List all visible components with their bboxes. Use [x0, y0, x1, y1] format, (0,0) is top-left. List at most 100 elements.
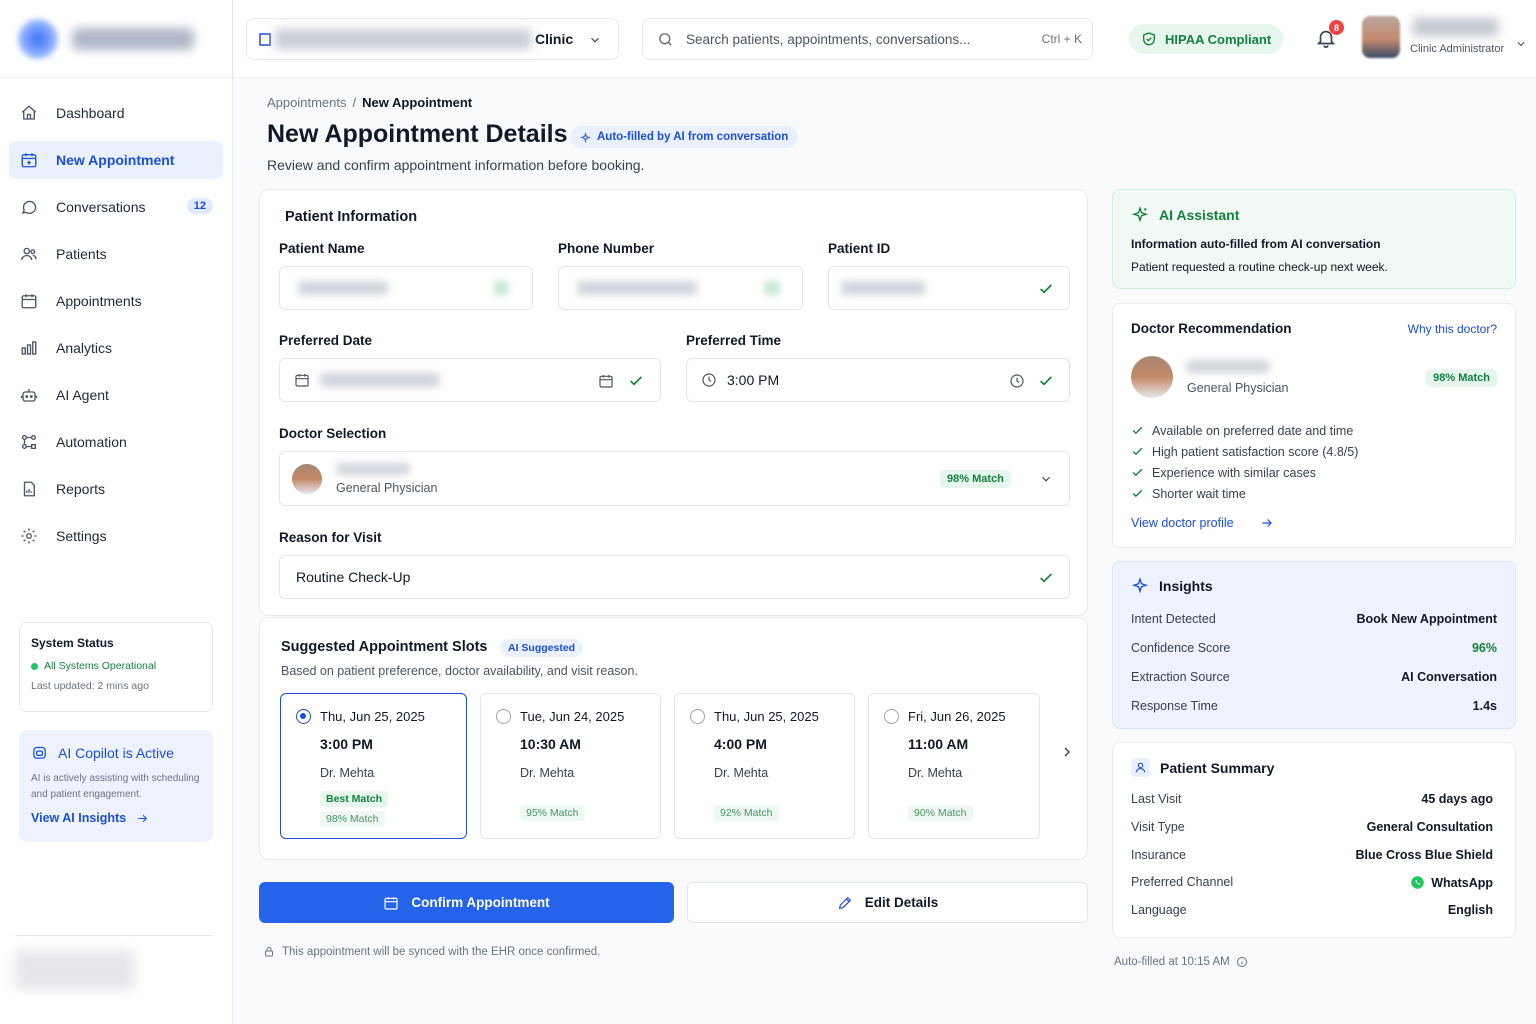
- clinic-icon: [259, 33, 271, 46]
- reason-text: High patient satisfaction score (4.8/5): [1152, 444, 1359, 459]
- preferred-date-field[interactable]: [279, 358, 661, 402]
- sidebar-item-ai-agent[interactable]: AI Agent: [9, 376, 223, 414]
- ai-assistant-title-text: AI Assistant: [1159, 207, 1240, 223]
- insight-row: Confidence Score 96%: [1131, 641, 1497, 655]
- sidebar-item-automation[interactable]: Automation: [9, 423, 223, 461]
- sidebar-item-dashboard[interactable]: Dashboard: [9, 94, 223, 132]
- reason-for-visit-field[interactable]: Routine Check-Up: [279, 555, 1070, 599]
- clock-picker-icon[interactable]: [1009, 373, 1025, 389]
- logo[interactable]: [0, 0, 232, 78]
- shield-check-icon: [1143, 32, 1155, 46]
- sidebar-item-analytics[interactable]: Analytics: [9, 329, 223, 367]
- view-doctor-profile-link[interactable]: View doctor profile: [1131, 516, 1274, 530]
- best-match-badge: Best Match: [320, 791, 389, 807]
- sidebar-item-patients[interactable]: Patients: [9, 235, 223, 273]
- bar-chart-icon: [21, 341, 37, 355]
- slot-radio-selected[interactable]: [296, 709, 311, 724]
- summary-key: Insurance: [1131, 848, 1186, 862]
- doctor-selection-label: Doctor Selection: [279, 426, 387, 441]
- slot-radio[interactable]: [884, 709, 899, 724]
- user-icon: [1131, 758, 1150, 777]
- confirm-appointment-button[interactable]: Confirm Appointment: [259, 882, 674, 923]
- chat-bubble-icon: [21, 200, 37, 215]
- patient-id-redacted: [841, 281, 925, 295]
- slot-radio[interactable]: [690, 709, 705, 724]
- system-status-text: All Systems Operational: [44, 660, 157, 672]
- view-doctor-profile-label: View doctor profile: [1131, 516, 1234, 530]
- ai-copilot-title: AI Copilot is Active: [31, 744, 201, 761]
- sidebar-item-reports[interactable]: Reports: [9, 470, 223, 508]
- sparkle-icon: [1131, 577, 1149, 594]
- sidebar-item-conversations[interactable]: Conversations 12: [9, 188, 223, 226]
- phone-number-field[interactable]: [558, 266, 803, 310]
- pencil-icon: [838, 896, 851, 909]
- status-dot-icon: [31, 662, 38, 670]
- preferred-time-field[interactable]: 3:00 PM: [686, 358, 1070, 402]
- breadcrumb-appointments[interactable]: Appointments: [267, 95, 347, 110]
- clinic-selector[interactable]: Clinic: [246, 18, 619, 60]
- summary-value: English: [1447, 903, 1493, 917]
- view-ai-insights-link[interactable]: View AI Insights: [31, 811, 201, 825]
- search-input[interactable]: [686, 31, 1016, 47]
- arrow-right-icon: [138, 814, 148, 822]
- patient-information-card: Patient Information Patient Name Phone N…: [259, 189, 1088, 616]
- page-title: New Appointment Details: [267, 120, 568, 148]
- calendar-picker-icon[interactable]: [598, 373, 614, 389]
- insight-row: Extraction Source AI Conversation: [1131, 670, 1497, 684]
- chevron-down-icon[interactable]: [1515, 38, 1527, 50]
- global-search: Ctrl + K: [642, 18, 1093, 60]
- patient-summary-title: Patient Summary: [1131, 758, 1274, 777]
- clock-icon: [702, 373, 716, 387]
- insight-row: Intent Detected Book New Appointment: [1131, 612, 1497, 626]
- summary-row: Insurance Blue Cross Blue Shield: [1131, 848, 1493, 862]
- reason-item: Shorter wait time: [1131, 483, 1358, 504]
- slot-card-4[interactable]: Fri, Jun 26, 2025 11:00 AM Dr. Mehta 90%…: [868, 693, 1040, 839]
- doctor-selection-dropdown[interactable]: General Physician 98% Match: [279, 451, 1070, 506]
- sidebar-item-label: Settings: [56, 528, 107, 544]
- auto-filled-timestamp: Auto-filled at 10:15 AM: [1114, 956, 1248, 968]
- phone-number-redacted: [577, 281, 697, 295]
- sidebar-item-settings[interactable]: Settings: [9, 517, 223, 555]
- sidebar-user-redacted[interactable]: [15, 950, 135, 990]
- patient-id-field[interactable]: [828, 266, 1070, 310]
- summary-value: General Consultation: [1366, 820, 1493, 834]
- sidebar-item-label: New Appointment: [56, 152, 175, 168]
- user-avatar[interactable]: [1362, 16, 1400, 58]
- sidebar-item-label: Patients: [56, 246, 107, 262]
- patient-name-field[interactable]: [279, 266, 533, 310]
- why-this-doctor-link[interactable]: Why this doctor?: [1408, 322, 1497, 336]
- conversations-count-badge: 12: [186, 198, 213, 214]
- summary-value: Blue Cross Blue Shield: [1355, 848, 1493, 862]
- sidebar-item-appointments[interactable]: Appointments: [9, 282, 223, 320]
- topbar: Clinic Ctrl + K HIPAA Compliant 8 Clinic…: [233, 0, 1536, 78]
- insight-value: AI Conversation: [1401, 670, 1497, 684]
- ehr-sync-note: This appointment will be synced with the…: [263, 945, 600, 958]
- edit-details-button[interactable]: Edit Details: [687, 882, 1088, 923]
- sidebar-divider: [15, 935, 212, 936]
- insights-title: Insights: [1131, 577, 1213, 595]
- sidebar-item-label: Dashboard: [56, 105, 125, 121]
- workflow-icon: [21, 434, 37, 450]
- slot-date: Thu, Jun 25, 2025: [714, 709, 819, 724]
- robot-icon: [20, 389, 38, 402]
- reason-item: High patient satisfaction score (4.8/5): [1131, 441, 1358, 462]
- ai-suggested-chip: AI Suggested: [500, 639, 584, 657]
- suggested-slots-title: Suggested Appointment Slots: [281, 639, 488, 655]
- slot-card-3[interactable]: Thu, Jun 25, 2025 4:00 PM Dr. Mehta 92% …: [674, 693, 855, 839]
- system-status-state: All Systems Operational: [31, 660, 201, 672]
- search-shortcut: Ctrl + K: [1041, 32, 1082, 46]
- clinic-label: Clinic: [535, 31, 574, 47]
- slot-card-2[interactable]: Tue, Jun 24, 2025 10:30 AM Dr. Mehta 95%…: [480, 693, 661, 839]
- breadcrumb-current: New Appointment: [362, 95, 473, 110]
- phone-number-label: Phone Number: [558, 241, 655, 256]
- summary-row: Language English: [1131, 903, 1493, 917]
- slot-doctor: Dr. Mehta: [320, 766, 375, 780]
- slot-card-1[interactable]: Thu, Jun 25, 2025 3:00 PM Dr. Mehta Best…: [280, 693, 467, 839]
- sidebar-item-new-appointment[interactable]: New Appointment: [9, 141, 223, 179]
- user-role: Clinic Administrator: [1410, 43, 1505, 55]
- check-icon: [1040, 284, 1052, 294]
- doctor-avatar: [292, 464, 322, 494]
- info-icon[interactable]: [1236, 956, 1248, 968]
- slot-radio[interactable]: [496, 709, 511, 724]
- chevron-right-icon[interactable]: [1059, 744, 1075, 760]
